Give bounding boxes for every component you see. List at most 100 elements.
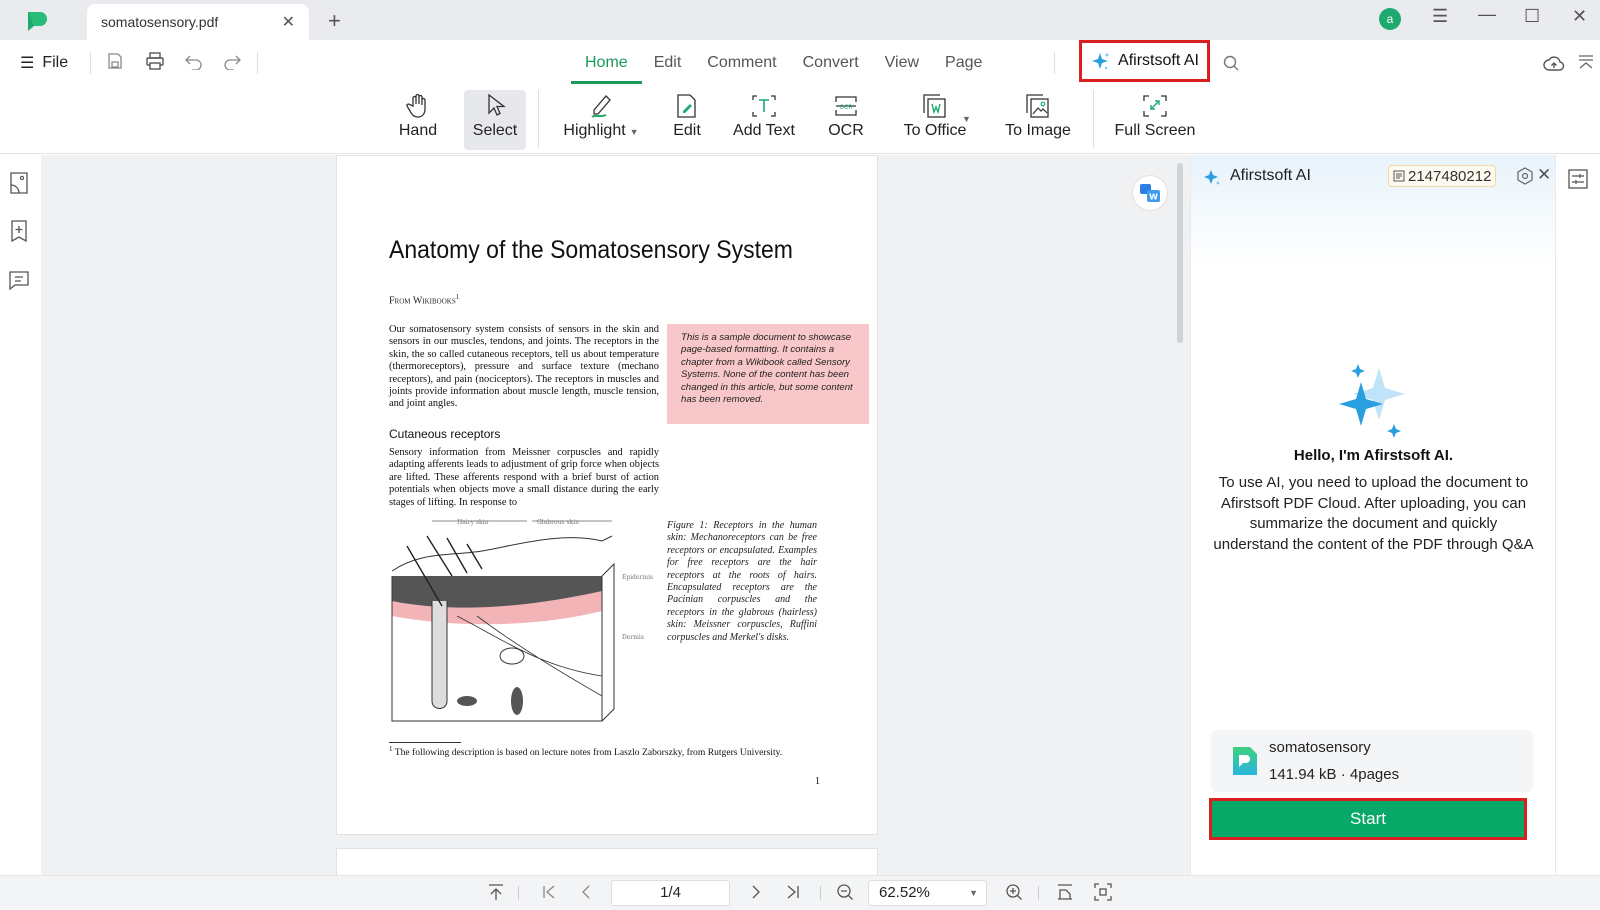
divider bbox=[1038, 886, 1039, 900]
divider bbox=[1054, 52, 1055, 74]
fit-width-icon[interactable] bbox=[1056, 883, 1074, 901]
add-text-label: Add Text bbox=[733, 122, 795, 139]
tab-page[interactable]: Page bbox=[945, 54, 982, 78]
afirstsoft-ai-button[interactable]: Afirstsoft AI bbox=[1079, 40, 1210, 82]
close-window-icon[interactable]: ✕ bbox=[1572, 6, 1587, 27]
undo-icon[interactable] bbox=[184, 52, 204, 70]
close-ai-panel-icon[interactable]: ✕ bbox=[1537, 165, 1551, 185]
last-page-icon[interactable] bbox=[786, 883, 800, 901]
full-screen-button[interactable]: Full Screen bbox=[1112, 90, 1198, 150]
footnote: 1 The following description is based on … bbox=[389, 745, 783, 759]
full-screen-icon bbox=[1143, 95, 1167, 117]
menu-bar: ☰ File Home Edit Comment Convert View Pa… bbox=[0, 40, 1600, 86]
to-office-icon bbox=[923, 94, 946, 118]
section-paragraph: Sensory information from Meissner corpus… bbox=[389, 447, 659, 508]
ai-sparkle-icon bbox=[1092, 53, 1109, 70]
hand-tool-button[interactable]: Hand bbox=[392, 90, 444, 150]
figure-caption: Figure 1: Receptors in the human skin: M… bbox=[667, 520, 817, 643]
menu-icon[interactable]: ☰ bbox=[1432, 6, 1448, 27]
zoom-in-icon[interactable] bbox=[1005, 883, 1023, 901]
tab-convert[interactable]: Convert bbox=[803, 54, 859, 78]
divider bbox=[1093, 90, 1094, 148]
footnote-rule bbox=[389, 742, 461, 743]
ribbon-toolbar: Hand Select Highlight ▼ Edit Add Text OCR… bbox=[0, 86, 1600, 154]
save-icon[interactable] bbox=[106, 52, 124, 70]
fit-page-icon[interactable] bbox=[1094, 883, 1112, 901]
svg-text:OCR: OCR bbox=[839, 104, 852, 111]
ai-description: To use AI, you need to upload the docume… bbox=[1213, 474, 1534, 553]
hand-label: Hand bbox=[398, 122, 438, 139]
document-viewer[interactable]: Anatomy of the Somatosensory System From… bbox=[42, 155, 1190, 875]
tab-comment[interactable]: Comment bbox=[707, 54, 776, 78]
minimize-icon[interactable]: — bbox=[1478, 4, 1496, 25]
skin-receptors-figure: Hairy skin Glabrous skin Epidermis Dermi… bbox=[391, 519, 653, 722]
pdf-file-icon bbox=[1233, 747, 1257, 775]
close-tab-icon[interactable]: ✕ bbox=[282, 12, 295, 32]
zoom-level-select[interactable]: 62.52% ▼ bbox=[868, 880, 987, 906]
credits-icon bbox=[1393, 170, 1405, 182]
file-card: somatosensory 141.94 kB · 4pages bbox=[1211, 730, 1533, 792]
right-sidebar bbox=[1555, 155, 1600, 875]
ai-sparkle-icon bbox=[1204, 170, 1220, 185]
file-label: File bbox=[42, 54, 69, 71]
full-screen-label: Full Screen bbox=[1114, 122, 1196, 139]
maximize-icon[interactable]: ☐ bbox=[1524, 6, 1540, 27]
redo-icon[interactable] bbox=[222, 52, 242, 70]
search-icon[interactable] bbox=[1222, 54, 1240, 72]
settings-icon[interactable] bbox=[1516, 167, 1534, 185]
tab-edit[interactable]: Edit bbox=[654, 54, 682, 78]
vertical-scrollbar[interactable] bbox=[1177, 163, 1183, 343]
to-office-label: To Office bbox=[903, 122, 967, 139]
left-sidebar bbox=[0, 155, 42, 875]
document-tab[interactable]: somatosensory.pdf ✕ bbox=[87, 4, 309, 40]
hand-icon bbox=[406, 93, 426, 118]
intro-paragraph: Our somatosensory system consists of sen… bbox=[389, 324, 659, 410]
add-text-button[interactable]: Add Text bbox=[728, 90, 800, 150]
to-office-button[interactable]: To Office ▼ bbox=[890, 90, 980, 150]
new-tab-plus-icon[interactable]: + bbox=[328, 8, 341, 34]
status-bar: 1/4 62.52% ▼ bbox=[0, 875, 1600, 910]
document-title: Anatomy of the Somatosensory System bbox=[389, 236, 793, 264]
file-menu[interactable]: ☰ File bbox=[20, 53, 68, 73]
ai-assistant-panel: Afirstsoft AI 2147480212 ✕ Hello, I'm Af… bbox=[1190, 155, 1556, 875]
edit-tool-button[interactable]: Edit bbox=[664, 90, 710, 150]
chevron-down-icon: ▼ bbox=[629, 127, 639, 137]
ocr-button[interactable]: OCR OCR bbox=[822, 90, 870, 150]
zoom-value: 62.52% bbox=[879, 884, 930, 901]
pdf-page[interactable]: Anatomy of the Somatosensory System From… bbox=[336, 155, 878, 835]
comments-icon[interactable] bbox=[8, 269, 30, 291]
ai-large-sparkle-icon bbox=[1339, 364, 1405, 438]
user-avatar[interactable]: a bbox=[1379, 8, 1401, 30]
chevron-down-icon[interactable]: ▼ bbox=[962, 114, 971, 124]
print-icon[interactable] bbox=[145, 52, 165, 70]
scroll-to-top-icon[interactable] bbox=[488, 883, 504, 901]
zoom-out-icon[interactable] bbox=[836, 883, 854, 901]
title-bar: somatosensory.pdf ✕ + a ☰ — ☐ ✕ bbox=[0, 0, 1600, 40]
translate-button[interactable]: W bbox=[1132, 175, 1168, 211]
pdf-page-2[interactable] bbox=[336, 848, 878, 875]
thumbnails-icon[interactable] bbox=[8, 171, 30, 195]
ocr-icon: OCR bbox=[835, 96, 857, 116]
divider bbox=[820, 886, 821, 900]
first-page-icon[interactable] bbox=[542, 883, 556, 901]
collapse-ribbon-icon[interactable] bbox=[1578, 54, 1594, 72]
tab-home[interactable]: Home bbox=[571, 54, 642, 84]
translate-icon: W bbox=[1140, 184, 1160, 202]
chevron-down-icon: ▼ bbox=[969, 888, 978, 898]
cloud-upload-icon[interactable] bbox=[1543, 54, 1565, 74]
credits-badge: 2147480212 bbox=[1388, 165, 1497, 187]
properties-panel-icon[interactable] bbox=[1568, 169, 1588, 189]
edit-document-icon bbox=[677, 94, 696, 118]
to-image-button[interactable]: To Image bbox=[1002, 90, 1074, 150]
select-tool-button[interactable]: Select bbox=[464, 90, 526, 150]
credits-value: 2147480212 bbox=[1408, 167, 1492, 185]
bookmark-add-icon[interactable] bbox=[8, 219, 30, 243]
start-button[interactable]: Start bbox=[1209, 798, 1527, 840]
page-number-input[interactable]: 1/4 bbox=[611, 880, 730, 906]
tab-view[interactable]: View bbox=[885, 54, 919, 78]
next-page-icon[interactable] bbox=[750, 883, 762, 901]
previous-page-icon[interactable] bbox=[580, 883, 592, 901]
ai-panel-title: Afirstsoft AI bbox=[1230, 167, 1311, 184]
highlight-tool-button[interactable]: Highlight ▼ bbox=[558, 90, 644, 150]
figure-label-epidermis: Epidermis bbox=[622, 574, 653, 581]
